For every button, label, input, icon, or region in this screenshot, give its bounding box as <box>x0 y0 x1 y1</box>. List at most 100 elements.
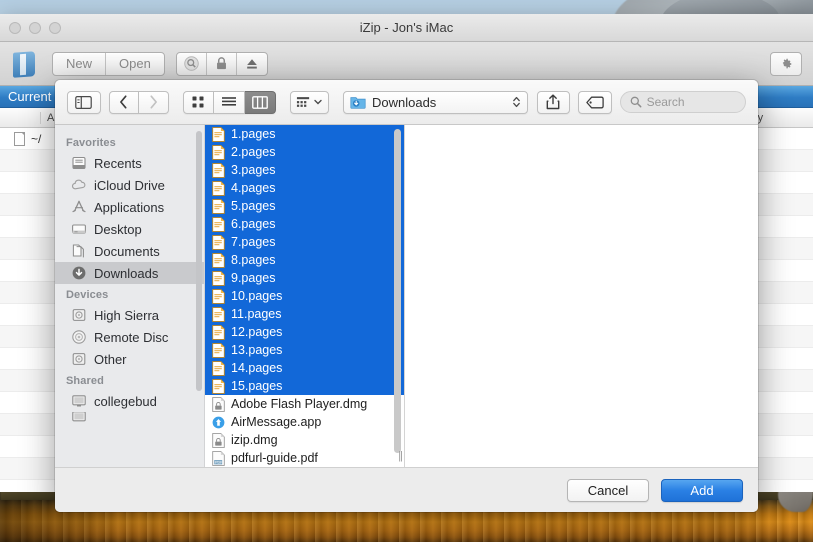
pages-document-icon <box>212 252 225 268</box>
chevron-down-icon <box>314 99 322 105</box>
add-button[interactable]: Add <box>661 478 743 502</box>
list-item[interactable]: 11.pages <box>205 305 404 323</box>
chevron-right-icon <box>150 95 157 109</box>
column-view-button[interactable] <box>244 90 276 114</box>
izip-action-segmented-control[interactable] <box>175 51 268 76</box>
sidebar-toggle-icon <box>75 95 93 109</box>
svg-text:PDF: PDF <box>215 460 223 464</box>
file-browser-columns: 1.pages 2.pages 3.pages 4.pages 5.pages … <box>205 125 758 467</box>
list-item[interactable]: 2.pages <box>205 143 404 161</box>
downloads-icon <box>72 266 86 280</box>
settings-button[interactable] <box>770 51 802 76</box>
list-item[interactable]: 5.pages <box>205 197 404 215</box>
list-item[interactable]: 3.pages <box>205 161 404 179</box>
display-icon <box>72 395 86 407</box>
share-button[interactable] <box>536 90 571 114</box>
file-name: 1.pages <box>231 127 276 141</box>
airmessage-app-icon <box>212 416 225 428</box>
sidebar-item-remote-disc[interactable]: Remote Disc <box>55 326 204 348</box>
dialog-body: Favorites Recents iCloud Drive Applicati… <box>55 125 758 467</box>
open-button[interactable]: Open <box>106 53 164 75</box>
sidebar-item-recents[interactable]: Recents <box>55 152 204 174</box>
forward-button[interactable] <box>138 90 169 114</box>
list-item[interactable]: 10.pages <box>205 287 404 305</box>
preview-button[interactable] <box>177 52 207 75</box>
eject-button[interactable] <box>237 53 267 75</box>
list-view-button[interactable] <box>213 90 245 114</box>
pages-document-icon <box>212 198 225 214</box>
sidebar-section-header-favorites: Favorites <box>66 137 116 149</box>
back-button[interactable] <box>108 90 139 114</box>
pages-document-icon <box>212 306 225 322</box>
eject-icon <box>247 58 257 69</box>
pages-document-icon <box>212 180 225 196</box>
icon-view-button[interactable] <box>182 90 214 114</box>
arrange-by-button[interactable] <box>289 90 329 114</box>
sidebar-item-label: High Sierra <box>94 307 160 323</box>
file-list-scrollbar[interactable] <box>394 129 401 453</box>
file-name: 10.pages <box>231 289 283 303</box>
file-name: 11.pages <box>231 307 282 321</box>
optical-disc-icon <box>72 330 86 344</box>
list-item[interactable]: 6.pages <box>205 215 404 233</box>
sidebar-item-label: Applications <box>94 199 165 215</box>
list-item[interactable]: PDF pdfurl-guide.pdf <box>205 449 404 467</box>
sidebar-scrollbar[interactable] <box>196 131 202 391</box>
sidebar-item-desktop[interactable]: Desktop <box>55 218 204 240</box>
sidebar-toggle-button[interactable] <box>67 90 101 114</box>
downloads-folder-icon <box>350 97 366 109</box>
pages-document-icon <box>212 162 225 178</box>
gear-icon <box>782 58 792 68</box>
sidebar-item-high-sierra[interactable]: High Sierra <box>55 304 204 326</box>
navigation-segmented-control[interactable] <box>108 90 169 114</box>
list-item[interactable]: 9.pages <box>205 269 404 287</box>
new-open-segmented-control[interactable]: New Open <box>52 51 165 76</box>
chevron-left-icon <box>120 95 127 109</box>
new-button[interactable]: New <box>53 52 107 75</box>
sidebar-item-label: Desktop <box>94 221 142 237</box>
pages-document-icon <box>212 288 225 304</box>
sidebar-item-collegebud[interactable]: collegebud <box>55 390 204 412</box>
list-item[interactable]: Adobe Flash Player.dmg <box>205 395 404 413</box>
izip-titlebar[interactable]: iZip - Jon's iMac <box>0 14 813 42</box>
list-item[interactable]: 8.pages <box>205 251 404 269</box>
list-item[interactable]: 4.pages <box>205 179 404 197</box>
path-popup-button[interactable]: Downloads <box>342 90 529 114</box>
sidebar-item-applications[interactable]: Applications <box>55 196 204 218</box>
list-item[interactable]: 7.pages <box>205 233 404 251</box>
pages-document-icon <box>212 378 225 394</box>
tag-button[interactable] <box>578 90 612 114</box>
list-item[interactable]: 14.pages <box>205 359 404 377</box>
list-item[interactable]: 12.pages <box>205 323 404 341</box>
search-input[interactable]: Search <box>647 95 685 109</box>
izip-status-text: Current <box>8 89 52 104</box>
preview-icon <box>184 56 199 71</box>
izip-app-icon <box>11 50 41 78</box>
list-item[interactable]: 13.pages <box>205 341 404 359</box>
sidebar-item-other[interactable]: Other <box>55 348 204 370</box>
file-name: Adobe Flash Player.dmg <box>231 397 368 411</box>
pages-document-icon <box>212 216 225 232</box>
list-item[interactable]: 15.pages <box>205 377 404 395</box>
izip-row-name: ~/ <box>31 131 42 146</box>
list-item[interactable]: 1.pages <box>205 125 404 143</box>
column-resize-grip[interactable]: || <box>398 450 403 462</box>
list-item[interactable]: izip.dmg <box>205 431 404 449</box>
file-name: 12.pages <box>231 325 283 339</box>
file-name: AirMessage.app <box>231 415 322 429</box>
view-mode-segmented-control[interactable] <box>182 90 276 114</box>
pdf-document-icon: PDF <box>212 450 225 466</box>
sidebar-item-documents[interactable]: Documents <box>55 240 204 262</box>
search-field[interactable]: Search <box>619 91 746 113</box>
cancel-button[interactable]: Cancel <box>567 478 649 502</box>
disk-image-icon <box>212 432 225 448</box>
sidebar-item-partial[interactable] <box>55 412 204 422</box>
sidebar-item-icloud-drive[interactable]: iCloud Drive <box>55 174 204 196</box>
file-name: 8.pages <box>231 253 276 267</box>
lock-button[interactable] <box>207 52 237 75</box>
pages-document-icon <box>212 270 225 286</box>
sidebar-item-downloads[interactable]: Downloads <box>55 262 204 284</box>
file-name: pdfurl-guide.pdf <box>231 451 318 465</box>
list-item[interactable]: AirMessage.app <box>205 413 404 431</box>
list-view-icon <box>221 97 236 106</box>
